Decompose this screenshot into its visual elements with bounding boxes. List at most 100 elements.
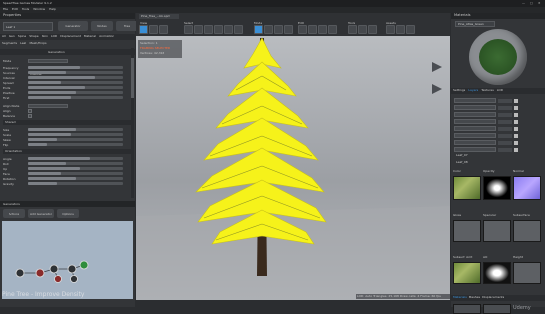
ao-map-thumbnail[interactable] [483, 262, 511, 284]
property-slider[interactable] [28, 91, 123, 94]
visibility-icon[interactable] [514, 126, 518, 131]
perspective-view-icon[interactable] [139, 25, 148, 34]
spine-mode-icon[interactable] [274, 25, 283, 34]
minimize-button[interactable]: — [522, 1, 525, 5]
frond-node-icon[interactable] [54, 275, 62, 283]
visibility-icon[interactable] [514, 98, 518, 103]
property-slider[interactable] [28, 128, 123, 131]
node-mode-icon[interactable] [264, 25, 273, 34]
property-slider[interactable] [28, 162, 123, 165]
tab-shape[interactable]: Shape [29, 34, 38, 40]
specular-map-thumbnail[interactable] [483, 220, 511, 242]
material-name-field[interactable]: Pine_Atlas_Green [455, 21, 495, 27]
tab-textures[interactable]: Textures [481, 88, 494, 94]
zone-node-icon[interactable] [70, 275, 78, 283]
tree-button[interactable]: Tree [116, 21, 138, 31]
scale-icon[interactable] [214, 25, 223, 34]
branch-node-icon[interactable] [49, 264, 59, 274]
nodes-button[interactable]: Nodes [91, 21, 113, 31]
property-slider[interactable] [28, 157, 123, 160]
visibility-icon[interactable] [514, 133, 518, 138]
mode-dropdown[interactable]: Interval [28, 58, 68, 75]
list-item[interactable]: Leaf_06 [454, 132, 542, 150]
list-item[interactable]: Leaf_01 [454, 97, 542, 115]
visibility-icon[interactable] [514, 140, 518, 145]
tab-all[interactable]: All [2, 34, 6, 40]
tab-skin[interactable]: Skin [42, 34, 48, 40]
property-slider[interactable] [28, 182, 123, 185]
mesh-icon[interactable] [396, 25, 405, 34]
options-button[interactable]: Options [57, 209, 79, 218]
tab-gen[interactable]: Gen [9, 34, 15, 40]
trunk-node-icon[interactable] [35, 268, 45, 278]
close-button[interactable]: ✕ [538, 1, 541, 5]
add-generator-button[interactable]: Add Generator [28, 209, 54, 218]
delete-icon[interactable] [318, 25, 327, 34]
opacity-map-thumbnail[interactable] [483, 176, 511, 200]
list-item[interactable]: Leaf_07 [454, 139, 542, 157]
selection-field[interactable]: Leaf 1 [3, 22, 53, 31]
list-item[interactable]: Leaf_04 [454, 118, 542, 136]
subtab-mesh-props[interactable]: Mesh/Props [29, 41, 46, 47]
subtab-leaf[interactable]: Leaf [20, 41, 26, 47]
tree-node-icon[interactable] [15, 268, 25, 278]
custom-map-thumbnail[interactable] [483, 304, 511, 314]
wind-icon[interactable] [348, 25, 357, 34]
paint-icon[interactable] [234, 25, 243, 34]
document-tab[interactable]: Pine_Tree_...bk.spm [141, 14, 170, 18]
camera-icon[interactable] [149, 25, 158, 34]
tab-displacement[interactable]: Displacement [60, 34, 81, 40]
tree-mode-icon[interactable] [254, 25, 263, 34]
height-map-thumbnail[interactable] [513, 262, 541, 284]
property-slider[interactable] [28, 71, 123, 74]
normal-map-thumbnail[interactable] [513, 176, 541, 200]
color-map-thumbnail[interactable] [453, 176, 481, 200]
tab-lod[interactable]: LOD [51, 34, 57, 40]
actions-button[interactable]: Actions [3, 209, 25, 218]
subsurface-map-thumbnail[interactable] [513, 220, 541, 242]
branch-node-icon[interactable] [67, 264, 77, 274]
property-slider[interactable] [28, 133, 123, 136]
material-icon[interactable] [386, 25, 395, 34]
list-item[interactable]: Leaf_08 [454, 146, 542, 164]
tab-lod[interactable]: LOD [497, 88, 503, 94]
subsurface-amount-thumbnail[interactable] [453, 262, 481, 284]
list-item[interactable]: Leaf_05 [454, 125, 542, 143]
property-slider[interactable] [28, 138, 123, 141]
light-icon[interactable] [368, 25, 377, 34]
property-slider[interactable] [28, 177, 123, 180]
generator-button[interactable]: Generator [58, 21, 88, 31]
subtab-segments[interactable]: Segments [2, 41, 17, 47]
property-slider[interactable] [28, 143, 123, 146]
visibility-icon[interactable] [514, 105, 518, 110]
tab-settings[interactable]: Settings [453, 88, 465, 94]
tab-displacements[interactable]: Displacements [482, 295, 504, 301]
gloss-map-thumbnail[interactable] [453, 220, 481, 242]
align-checkbox[interactable] [28, 108, 32, 113]
export-icon[interactable] [406, 25, 415, 34]
align-node-dropdown[interactable] [28, 103, 68, 108]
balance-checkbox[interactable] [28, 113, 32, 118]
3d-viewport[interactable]: Selection: 1 FRAMING SELECTED Vertices: … [136, 36, 450, 300]
leaf-mode-icon[interactable] [284, 25, 293, 34]
property-slider[interactable] [28, 167, 123, 170]
property-slider[interactable] [28, 76, 123, 79]
visibility-icon[interactable] [514, 119, 518, 124]
undo-icon[interactable] [298, 25, 307, 34]
property-slider[interactable] [28, 66, 123, 69]
leaf-node-icon[interactable] [79, 260, 89, 270]
duplicate-icon[interactable] [328, 25, 337, 34]
redo-icon[interactable] [308, 25, 317, 34]
move-icon[interactable] [194, 25, 203, 34]
property-slider[interactable] [28, 81, 123, 84]
lod-icon[interactable] [358, 25, 367, 34]
select-icon[interactable] [184, 25, 193, 34]
custom-map-thumbnail[interactable] [453, 304, 481, 314]
maximize-button[interactable]: □ [530, 1, 533, 5]
tab-material[interactable]: Material [84, 34, 96, 40]
tab-spine[interactable]: Spine [18, 34, 26, 40]
properties-scrollbar[interactable] [131, 48, 134, 198]
rotate-icon[interactable] [204, 25, 213, 34]
property-slider[interactable] [28, 86, 123, 89]
tab-animation[interactable]: Animation [99, 34, 114, 40]
